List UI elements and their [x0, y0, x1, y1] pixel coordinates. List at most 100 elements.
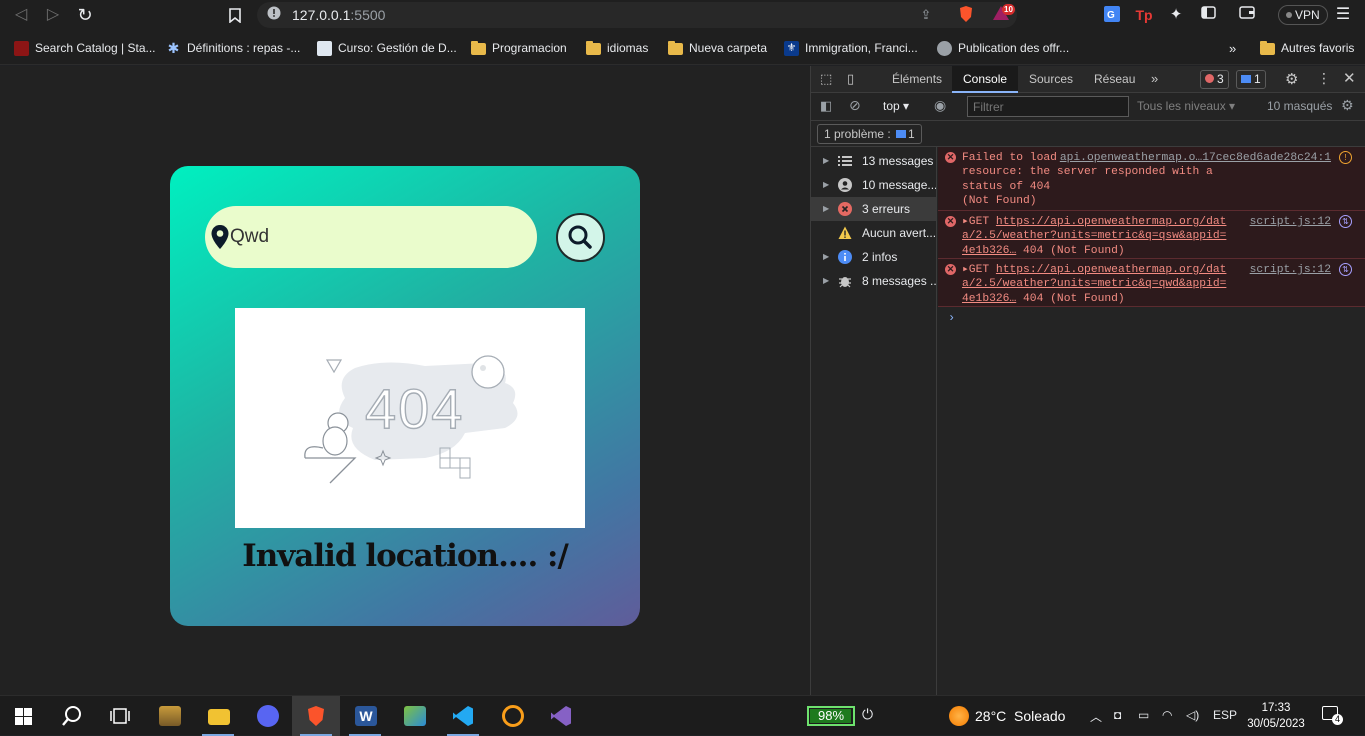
taskbar-app-explorer[interactable] [194, 696, 242, 736]
log-levels-dropdown[interactable]: Tous les niveaux ▾ [1137, 99, 1235, 113]
inspect-element-icon[interactable]: ⬚ [820, 71, 836, 87]
bookmark-folder[interactable]: Programacion [471, 39, 567, 57]
taskbar-app-tool[interactable] [390, 696, 438, 736]
brave-shield-icon[interactable] [955, 5, 977, 25]
taskbar-app-league[interactable] [145, 696, 193, 736]
search-button[interactable] [556, 213, 605, 262]
other-bookmarks-folder[interactable]: Autres favoris [1260, 39, 1354, 57]
sidebar-item-warnings[interactable]: Aucun avert... [811, 221, 936, 245]
volume-icon[interactable]: ◁) [1186, 708, 1199, 722]
issues-label: 1 problème : [824, 127, 891, 141]
error-message: ▸GET https://api.openweathermap.org/data… [962, 263, 1232, 306]
taskbar-app-visual-studio[interactable] [537, 696, 585, 736]
taskbar-app-discord[interactable] [243, 696, 291, 736]
start-button[interactable] [0, 696, 48, 736]
location-search-box[interactable]: Qwd [205, 206, 537, 268]
svg-text:G: G [1107, 10, 1115, 21]
bookmark-item[interactable]: Search Catalog | Sta... [14, 39, 156, 57]
kebab-menu-icon[interactable]: ⋮ [1317, 70, 1331, 87]
language-indicator[interactable]: ESP [1213, 708, 1237, 722]
notifications-button[interactable]: 4 [1322, 706, 1344, 725]
expand-triangle-icon: ▶ [823, 180, 830, 189]
more-bookmarks-chevron-icon[interactable]: » [1229, 39, 1236, 57]
bookmark-item[interactable]: Publication des offr... [937, 39, 1069, 57]
tab-elements[interactable]: Éléments [881, 66, 953, 93]
sidebar-item-user-messages[interactable]: ▶ 10 message... [811, 173, 936, 197]
show-hidden-icons-chevron-icon[interactable]: ︿ [1090, 708, 1102, 725]
sidebar-item-info[interactable]: ▶ 2 infos [811, 245, 936, 269]
live-expression-eye-icon[interactable]: ◉ [934, 97, 946, 114]
issue-message-icon [896, 130, 907, 138]
bookmark-folder[interactable]: idiomas [586, 39, 648, 57]
location-input[interactable]: Qwd [230, 226, 269, 248]
site-icon [317, 40, 332, 56]
sidebar-item-verbose[interactable]: ▶ 8 messages ... [811, 269, 936, 293]
translate-icon[interactable]: G [1101, 5, 1123, 25]
info-icon[interactable] [265, 6, 283, 24]
bookmark-item[interactable]: ⚜ Immigration, Franci... [784, 39, 918, 57]
battery-indicator[interactable]: 98% [807, 706, 855, 726]
taskbar-app-overwatch[interactable] [488, 696, 536, 736]
network-request-icon[interactable]: ⇅ [1339, 263, 1352, 276]
bookmark-label: Search Catalog | Sta... [35, 41, 156, 55]
tp-extension-icon[interactable]: Tp [1133, 5, 1155, 25]
close-devtools-icon[interactable]: ✕ [1343, 69, 1356, 87]
info-icon [838, 250, 852, 264]
back-icon[interactable]: ◁ [10, 5, 32, 25]
forward-icon[interactable]: ▷ [42, 5, 64, 25]
clock[interactable]: 17:33 30/05/2023 [1244, 700, 1308, 732]
sidebar-item-messages[interactable]: ▶ 13 messages [811, 149, 936, 173]
clear-console-icon[interactable]: ⊘ [849, 97, 861, 114]
device-toolbar-icon[interactable]: ▯ [847, 71, 863, 87]
more-tabs-icon[interactable]: » [1151, 71, 1158, 86]
sidebar-item-errors[interactable]: ▶ 3 erreurs [811, 197, 936, 221]
context-selector[interactable]: top ▾ [883, 99, 909, 113]
bookmark-item[interactable]: Curso: Gestión de D... [317, 39, 457, 57]
tab-network[interactable]: Réseau [1083, 66, 1146, 93]
camera-icon[interactable]: ◘ [1114, 708, 1121, 722]
menu-icon[interactable]: ☰ [1332, 5, 1354, 25]
task-view-button[interactable] [96, 696, 144, 736]
error-source-link[interactable]: script.js:12 [1250, 215, 1331, 229]
message-count: 1 [1254, 72, 1261, 86]
settings-gear-icon[interactable]: ⚙ [1285, 70, 1298, 88]
wifi-icon[interactable]: ◠ [1162, 708, 1172, 722]
bookmark-folder[interactable]: Nueva carpeta [668, 39, 767, 57]
sidebar-icon[interactable] [1197, 5, 1219, 25]
error-count-badge[interactable]: 3 [1200, 70, 1229, 89]
share-icon[interactable]: ⇪ [917, 6, 935, 24]
console-settings-gear-icon[interactable]: ⚙ [1341, 97, 1354, 114]
star-icon: ✱ [167, 39, 180, 56]
vpn-button[interactable]: VPN [1278, 5, 1328, 25]
taskbar-app-vscode[interactable] [439, 696, 487, 736]
bookmark-item[interactable]: ✱ Définitions : repas -... [166, 39, 301, 57]
network-request-icon[interactable]: ⇅ [1339, 215, 1352, 228]
taskbar-app-word[interactable]: W [341, 696, 389, 736]
battery-tray-icon[interactable]: ▭ [1138, 708, 1149, 722]
expand-request-toggle[interactable]: ▸GET [962, 216, 996, 228]
brave-rewards-icon[interactable]: 10 [990, 4, 1015, 25]
toggle-sidebar-icon[interactable]: ◧ [820, 98, 832, 114]
console-filter-input[interactable] [967, 96, 1129, 117]
weather-widget[interactable]: 28°C Soleado [949, 706, 1065, 726]
taskbar-app-brave[interactable] [292, 696, 340, 736]
search-taskbar-button[interactable] [48, 696, 96, 736]
expand-request-toggle[interactable]: ▸GET [962, 264, 996, 276]
console-prompt-chevron-icon[interactable]: › [948, 311, 955, 325]
wallet-icon[interactable] [1236, 5, 1258, 25]
address-bar[interactable]: 127.0.0.1:5500 ⇪ [257, 2, 1017, 28]
tab-sources[interactable]: Sources [1018, 66, 1084, 93]
extensions-icon[interactable]: ✦ [1165, 5, 1187, 25]
error-source-link[interactable]: api.openweathermap.o…17cec8ed6ade28c24:1 [1060, 151, 1331, 165]
folder-icon [471, 41, 486, 55]
stanford-icon [14, 40, 29, 56]
sidebar-label: 10 message... [862, 178, 936, 192]
reload-icon[interactable]: ↻ [74, 5, 96, 25]
issues-button[interactable]: 1 problème : 1 [817, 124, 922, 144]
error-source-link[interactable]: script.js:12 [1250, 263, 1331, 277]
message-count-badge[interactable]: 1 [1236, 70, 1266, 89]
insights-icon[interactable]: ! [1339, 151, 1352, 164]
tab-console[interactable]: Console [952, 66, 1019, 93]
bookmark-page-icon[interactable] [224, 5, 246, 25]
charging-plug-icon[interactable]: ⏻ [862, 706, 873, 723]
